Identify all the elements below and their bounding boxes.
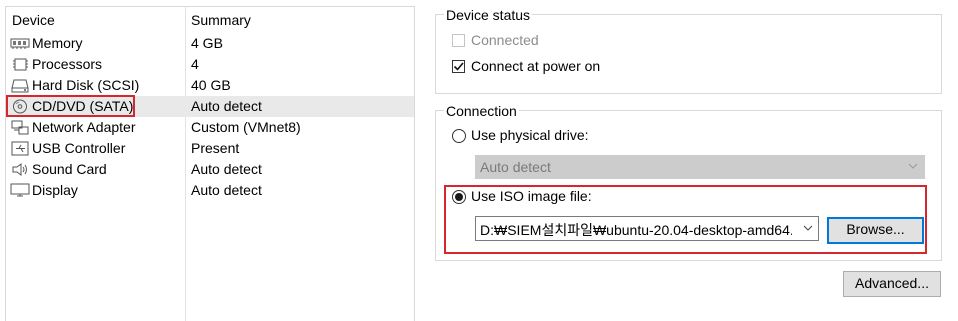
chevron-down-icon [908, 163, 918, 169]
summary-column-header[interactable]: Summary [191, 12, 251, 28]
connect-at-power-on-checkbox[interactable] [452, 60, 465, 73]
device-summary: Auto detect [191, 98, 262, 114]
speaker-icon [10, 162, 30, 177]
device-name: Memory [32, 35, 83, 51]
device-summary: 4 [191, 56, 199, 72]
connected-checkbox[interactable] [452, 34, 465, 47]
device-row-memory[interactable]: Memory 4 GB [6, 33, 414, 54]
device-summary: Auto detect [191, 161, 262, 177]
device-summary: Present [191, 140, 240, 156]
physical-drive-value: Auto detect [480, 159, 551, 175]
checkmark-icon [453, 62, 464, 71]
usb-icon [10, 141, 30, 156]
use-physical-drive-radio[interactable] [452, 129, 466, 143]
device-name: USB Controller [32, 140, 126, 156]
device-name: Sound Card [32, 161, 107, 177]
cd-dvd-icon [10, 99, 30, 114]
device-row-sound-card[interactable]: Sound Card Auto detect [6, 159, 414, 180]
device-name: Display [32, 182, 78, 198]
device-row-display[interactable]: Display Auto detect [6, 180, 414, 201]
device-row-hard-disk[interactable]: Hard Disk (SCSI) 40 GB [6, 75, 414, 96]
device-column-header[interactable]: Device [12, 12, 55, 28]
hard-disk-icon [10, 78, 30, 93]
use-iso-image-label: Use ISO image file: [471, 188, 592, 204]
chevron-down-icon[interactable] [803, 225, 813, 231]
processor-icon [10, 57, 30, 72]
advanced-button[interactable]: Advanced... [843, 271, 941, 297]
device-table: Device Summary Memory 4 GB Processors 4 … [5, 6, 415, 321]
radio-selected-dot [455, 193, 463, 201]
monitor-icon [10, 183, 30, 198]
connected-label: Connected [471, 32, 539, 48]
device-name: Hard Disk (SCSI) [32, 77, 140, 93]
device-name: Network Adapter [32, 119, 136, 135]
table-header: Device Summary [6, 7, 414, 33]
device-summary: Custom (VMnet8) [191, 119, 301, 135]
connection-title: Connection [444, 103, 519, 119]
device-summary: Auto detect [191, 182, 262, 198]
iso-path-value: D:₩SIEM설치파일₩ubuntu-20.04-desktop-amd64.i… [480, 222, 792, 238]
memory-icon [10, 36, 30, 51]
device-row-usb-controller[interactable]: USB Controller Present [6, 138, 414, 159]
device-row-processors[interactable]: Processors 4 [6, 54, 414, 75]
device-name: CD/DVD (SATA) [32, 98, 134, 114]
device-summary: 4 GB [191, 35, 223, 51]
device-status-group: Device status [435, 7, 942, 94]
use-physical-drive-label: Use physical drive: [471, 127, 589, 143]
device-summary: 40 GB [191, 77, 231, 93]
device-name: Processors [32, 56, 103, 72]
connect-at-power-on-label: Connect at power on [471, 58, 601, 74]
network-adapter-icon [10, 120, 30, 135]
device-row-cd-dvd[interactable]: CD/DVD (SATA) Auto detect [6, 96, 414, 117]
iso-path-combobox[interactable]: D:₩SIEM설치파일₩ubuntu-20.04-desktop-amd64.i… [475, 216, 819, 241]
use-iso-image-radio[interactable] [452, 190, 466, 204]
device-status-title: Device status [444, 7, 533, 23]
physical-drive-select[interactable]: Auto detect [475, 155, 925, 179]
browse-button[interactable]: Browse... [827, 217, 924, 244]
device-row-network-adapter[interactable]: Network Adapter Custom (VMnet8) [6, 117, 414, 138]
